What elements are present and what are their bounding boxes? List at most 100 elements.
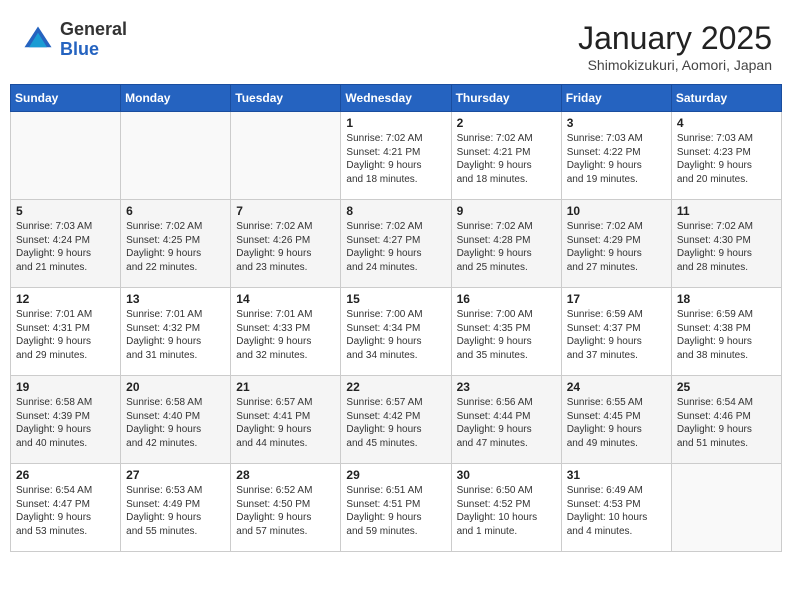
calendar-day-27: 27 Sunrise: 6:53 AM Sunset: 4:49 PM Dayli…: [121, 464, 231, 552]
calendar-day-14: 14Sunrise: 7:01 AM Sunset: 4:33 PM Dayli…: [231, 288, 341, 376]
day-info: Sunrise: 6:57 AM Sunset: 4:41 PM Dayligh…: [236, 396, 335, 450]
day-number: 13: [126, 292, 225, 306]
calendar-empty-cell: [11, 112, 121, 200]
page-header: General Blue January 2025 Shimokizukuri,…: [10, 10, 782, 78]
calendar-location: Shimokizukuri, Aomori, Japan: [578, 57, 772, 73]
day-number: 31: [567, 468, 666, 482]
calendar-week-1: 1 Sunrise: 7:02 AM Sunset: 4:21 PM Daylig…: [11, 112, 782, 200]
day-number: 23: [457, 380, 556, 394]
logo-blue: Blue: [60, 40, 127, 60]
day-info: Sunrise: 7:00 AM Sunset: 4:35 PM Dayligh…: [457, 308, 556, 362]
day-info: Sunrise: 6:49 AM Sunset: 4:53 PM Dayligh…: [567, 484, 666, 538]
calendar-week-5: 26 Sunrise: 6:54 AM Sunset: 4:47 PM Dayli…: [11, 464, 782, 552]
calendar-day-22: 22Sunrise: 6:57 AM Sunset: 4:42 PM Dayli…: [341, 376, 451, 464]
calendar-day-28: 28 Sunrise: 6:52 AM Sunset: 4:50 PM Dayli…: [231, 464, 341, 552]
title-block: January 2025 Shimokizukuri, Aomori, Japa…: [578, 20, 772, 73]
weekday-header-thursday: Thursday: [451, 85, 561, 112]
calendar-day-2: 2 Sunrise: 7:02 AM Sunset: 4:21 PM Daylig…: [451, 112, 561, 200]
weekday-header-monday: Monday: [121, 85, 231, 112]
day-number: 28: [236, 468, 335, 482]
day-info: Sunrise: 7:03 AM Sunset: 4:23 PM Dayligh…: [677, 132, 776, 186]
calendar-day-30: 30Sunrise: 6:50 AM Sunset: 4:52 PM Dayli…: [451, 464, 561, 552]
day-number: 9: [457, 204, 556, 218]
weekday-header-saturday: Saturday: [671, 85, 781, 112]
calendar-day-20: 20Sunrise: 6:58 AM Sunset: 4:40 PM Dayli…: [121, 376, 231, 464]
weekday-header-sunday: Sunday: [11, 85, 121, 112]
day-number: 5: [16, 204, 115, 218]
calendar-day-11: 11Sunrise: 7:02 AM Sunset: 4:30 PM Dayli…: [671, 200, 781, 288]
calendar-day-13: 13 Sunrise: 7:01 AM Sunset: 4:32 PM Dayli…: [121, 288, 231, 376]
day-number: 4: [677, 116, 776, 130]
calendar-day-18: 18Sunrise: 6:59 AM Sunset: 4:38 PM Dayli…: [671, 288, 781, 376]
day-number: 8: [346, 204, 445, 218]
weekday-header-wednesday: Wednesday: [341, 85, 451, 112]
day-info: Sunrise: 6:52 AM Sunset: 4:50 PM Dayligh…: [236, 484, 335, 538]
calendar-day-31: 31 Sunrise: 6:49 AM Sunset: 4:53 PM Dayli…: [561, 464, 671, 552]
calendar-day-26: 26 Sunrise: 6:54 AM Sunset: 4:47 PM Dayli…: [11, 464, 121, 552]
calendar-day-4: 4 Sunrise: 7:03 AM Sunset: 4:23 PM Daylig…: [671, 112, 781, 200]
day-number: 30: [457, 468, 556, 482]
day-info: Sunrise: 7:01 AM Sunset: 4:33 PM Dayligh…: [236, 308, 335, 362]
weekday-header-friday: Friday: [561, 85, 671, 112]
day-number: 15: [346, 292, 445, 306]
day-info: Sunrise: 7:03 AM Sunset: 4:22 PM Dayligh…: [567, 132, 666, 186]
calendar-week-3: 12Sunrise: 7:01 AM Sunset: 4:31 PM Dayli…: [11, 288, 782, 376]
day-number: 16: [457, 292, 556, 306]
day-info: Sunrise: 6:53 AM Sunset: 4:49 PM Dayligh…: [126, 484, 225, 538]
day-info: Sunrise: 7:02 AM Sunset: 4:29 PM Dayligh…: [567, 220, 666, 274]
calendar-day-6: 6Sunrise: 7:02 AM Sunset: 4:25 PM Daylig…: [121, 200, 231, 288]
day-info: Sunrise: 6:58 AM Sunset: 4:39 PM Dayligh…: [16, 396, 115, 450]
day-info: Sunrise: 7:02 AM Sunset: 4:21 PM Dayligh…: [346, 132, 445, 186]
calendar-day-9: 9 Sunrise: 7:02 AM Sunset: 4:28 PM Daylig…: [451, 200, 561, 288]
logo-icon: [20, 22, 56, 58]
day-info: Sunrise: 7:02 AM Sunset: 4:21 PM Dayligh…: [457, 132, 556, 186]
logo-text: General Blue: [60, 20, 127, 60]
day-info: Sunrise: 6:57 AM Sunset: 4:42 PM Dayligh…: [346, 396, 445, 450]
logo: General Blue: [20, 20, 127, 60]
weekday-header-row: SundayMondayTuesdayWednesdayThursdayFrid…: [11, 85, 782, 112]
calendar-day-24: 24Sunrise: 6:55 AM Sunset: 4:45 PM Dayli…: [561, 376, 671, 464]
calendar-day-5: 5Sunrise: 7:03 AM Sunset: 4:24 PM Daylig…: [11, 200, 121, 288]
day-number: 21: [236, 380, 335, 394]
calendar-day-1: 1 Sunrise: 7:02 AM Sunset: 4:21 PM Daylig…: [341, 112, 451, 200]
calendar-day-3: 3 Sunrise: 7:03 AM Sunset: 4:22 PM Daylig…: [561, 112, 671, 200]
day-number: 2: [457, 116, 556, 130]
weekday-header-tuesday: Tuesday: [231, 85, 341, 112]
day-number: 26: [16, 468, 115, 482]
calendar-title: January 2025: [578, 20, 772, 57]
calendar-day-25: 25Sunrise: 6:54 AM Sunset: 4:46 PM Dayli…: [671, 376, 781, 464]
day-info: Sunrise: 6:58 AM Sunset: 4:40 PM Dayligh…: [126, 396, 225, 450]
day-number: 3: [567, 116, 666, 130]
day-info: Sunrise: 7:02 AM Sunset: 4:28 PM Dayligh…: [457, 220, 556, 274]
calendar-empty-cell: [671, 464, 781, 552]
day-info: Sunrise: 6:54 AM Sunset: 4:46 PM Dayligh…: [677, 396, 776, 450]
calendar-empty-cell: [121, 112, 231, 200]
calendar-day-23: 23 Sunrise: 6:56 AM Sunset: 4:44 PM Dayli…: [451, 376, 561, 464]
calendar-day-7: 7Sunrise: 7:02 AM Sunset: 4:26 PM Daylig…: [231, 200, 341, 288]
day-info: Sunrise: 6:51 AM Sunset: 4:51 PM Dayligh…: [346, 484, 445, 538]
day-number: 17: [567, 292, 666, 306]
day-info: Sunrise: 6:59 AM Sunset: 4:38 PM Dayligh…: [677, 308, 776, 362]
calendar-week-4: 19Sunrise: 6:58 AM Sunset: 4:39 PM Dayli…: [11, 376, 782, 464]
day-info: Sunrise: 6:54 AM Sunset: 4:47 PM Dayligh…: [16, 484, 115, 538]
calendar-day-16: 16 Sunrise: 7:00 AM Sunset: 4:35 PM Dayli…: [451, 288, 561, 376]
day-info: Sunrise: 7:00 AM Sunset: 4:34 PM Dayligh…: [346, 308, 445, 362]
day-info: Sunrise: 6:59 AM Sunset: 4:37 PM Dayligh…: [567, 308, 666, 362]
day-info: Sunrise: 7:02 AM Sunset: 4:25 PM Dayligh…: [126, 220, 225, 274]
day-info: Sunrise: 6:55 AM Sunset: 4:45 PM Dayligh…: [567, 396, 666, 450]
day-number: 27: [126, 468, 225, 482]
calendar-day-29: 29 Sunrise: 6:51 AM Sunset: 4:51 PM Dayli…: [341, 464, 451, 552]
day-number: 1: [346, 116, 445, 130]
day-info: Sunrise: 7:01 AM Sunset: 4:32 PM Dayligh…: [126, 308, 225, 362]
day-info: Sunrise: 7:02 AM Sunset: 4:30 PM Dayligh…: [677, 220, 776, 274]
day-number: 10: [567, 204, 666, 218]
calendar-day-10: 10 Sunrise: 7:02 AM Sunset: 4:29 PM Dayli…: [561, 200, 671, 288]
calendar-day-21: 21 Sunrise: 6:57 AM Sunset: 4:41 PM Dayli…: [231, 376, 341, 464]
day-info: Sunrise: 6:56 AM Sunset: 4:44 PM Dayligh…: [457, 396, 556, 450]
calendar-day-15: 15 Sunrise: 7:00 AM Sunset: 4:34 PM Dayli…: [341, 288, 451, 376]
day-info: Sunrise: 7:02 AM Sunset: 4:27 PM Dayligh…: [346, 220, 445, 274]
day-number: 12: [16, 292, 115, 306]
day-number: 29: [346, 468, 445, 482]
day-info: Sunrise: 7:02 AM Sunset: 4:26 PM Dayligh…: [236, 220, 335, 274]
calendar-week-2: 5Sunrise: 7:03 AM Sunset: 4:24 PM Daylig…: [11, 200, 782, 288]
